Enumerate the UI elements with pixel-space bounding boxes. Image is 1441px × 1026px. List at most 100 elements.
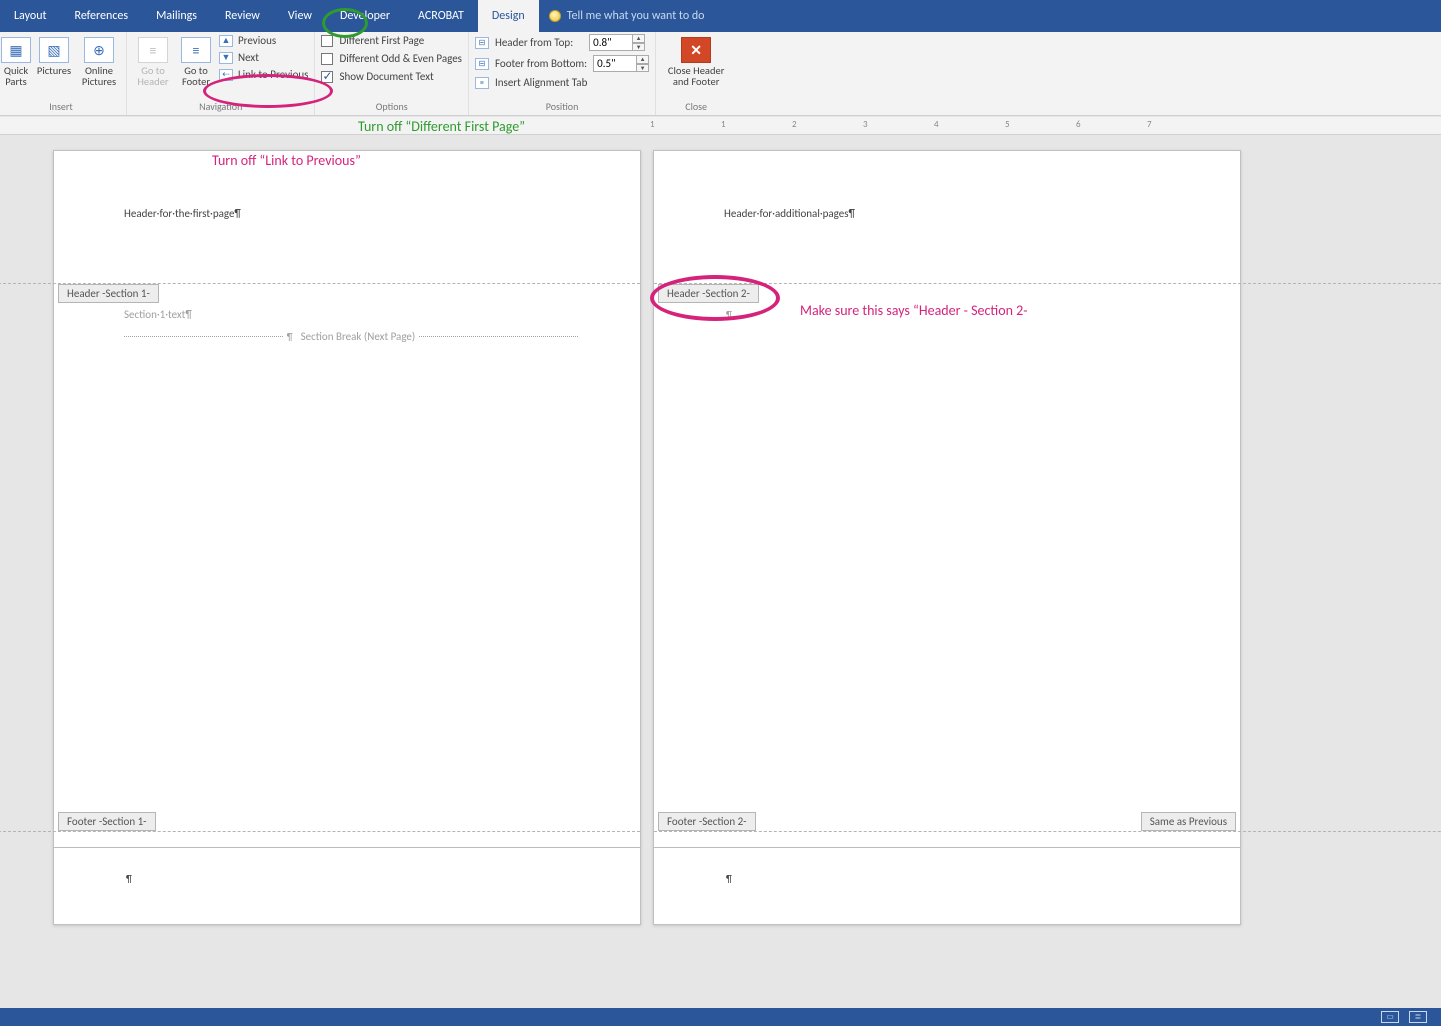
quick-parts-icon (1, 37, 31, 63)
online-pictures-icon (84, 37, 114, 63)
page2-same-as-previous-tag: Same as Previous (1141, 812, 1236, 831)
page2-footer-boundary (654, 831, 1441, 832)
tab-references[interactable]: References (61, 0, 143, 32)
page2-header-boundary (654, 283, 1441, 284)
different-first-page-checkbox[interactable]: Different First Page (321, 34, 462, 47)
tab-design[interactable]: Design (478, 0, 539, 32)
document-area[interactable]: Header·for·the·first·page¶ Header -Secti… (0, 137, 1441, 998)
group-options-label: Options (321, 100, 462, 114)
go-to-footer-button[interactable]: Go to Footer (177, 34, 215, 87)
position-stack: ⊟ Header from Top: ▲▼ ⊟ Footer from Bott… (475, 34, 649, 89)
insert-alignment-tab-button[interactable]: ≡ Insert Alignment Tab (475, 76, 649, 89)
pictures-button[interactable]: Pictures (34, 34, 74, 76)
tab-view[interactable]: View (274, 0, 326, 32)
page-1[interactable]: Header·for·the·first·page¶ Header -Secti… (53, 150, 641, 848)
close-icon (681, 37, 711, 63)
footer-from-bottom-row: ⊟ Footer from Bottom: ▲▼ (475, 55, 649, 72)
header-from-top-input[interactable] (589, 34, 633, 51)
link-to-previous-label: Link to Previous (238, 68, 308, 81)
previous-button[interactable]: ▲ Previous (219, 34, 308, 47)
tell-me-box[interactable]: Tell me what you want to do (539, 0, 715, 32)
quick-parts-label: Quick Parts (2, 65, 30, 87)
footer-from-bottom-icon: ⊟ (475, 58, 489, 70)
page2-header-text[interactable]: Header·for·additional·pages¶ (724, 207, 855, 220)
page1-footer-boundary (0, 831, 640, 832)
spin-down-icon[interactable]: ▼ (637, 64, 649, 73)
ruler-tick: 5 (1005, 119, 1006, 130)
page1-footer-tag: Footer -Section 1- (58, 812, 156, 831)
checkbox-icon (321, 53, 333, 65)
group-position: ⊟ Header from Top: ▲▼ ⊟ Footer from Bott… (469, 32, 656, 115)
go-to-footer-icon (181, 37, 211, 63)
go-to-footer-label: Go to Footer (177, 65, 215, 87)
ruler-tick: 1 (721, 119, 722, 130)
spin-down-icon[interactable]: ▼ (633, 43, 645, 52)
insert-alignment-tab-label: Insert Alignment Tab (495, 76, 587, 89)
ruler-tick: 6 (1076, 119, 1077, 130)
ruler-tick: 4 (934, 119, 935, 130)
ribbon-body: Quick Parts Pictures Online Pictures Ins… (0, 32, 1441, 116)
checkbox-icon (321, 35, 333, 47)
different-first-page-label: Different First Page (339, 34, 424, 47)
tab-layout[interactable]: Layout (0, 0, 61, 32)
previous-label: Previous (238, 34, 276, 47)
go-to-header-label: Go to Header (133, 65, 173, 87)
view-read-mode-icon[interactable]: ▭ (1381, 1011, 1399, 1023)
ribbon-tabs: Layout References Mailings Review View D… (0, 0, 1441, 32)
section-break-label: Section Break (Next Page) (297, 330, 420, 343)
tab-developer[interactable]: Developer (326, 0, 404, 32)
link-to-previous-button[interactable]: ⇠ Link to Previous (219, 68, 308, 81)
previous-icon: ▲ (219, 35, 233, 47)
footer-from-bottom-label: Footer from Bottom: (495, 57, 587, 70)
group-options: Different First Page Different Odd & Eve… (315, 32, 469, 115)
online-pictures-button[interactable]: Online Pictures (78, 34, 120, 87)
page-2[interactable]: Header·for·additional·pages¶ Header -Sec… (653, 150, 1241, 848)
link-to-previous-icon: ⇠ (219, 69, 233, 81)
page2-footer-area[interactable] (653, 848, 1241, 925)
different-odd-even-label: Different Odd & Even Pages (339, 52, 462, 65)
page1-footer-pilcrow (126, 872, 132, 885)
go-to-header-button: Go to Header (133, 34, 173, 87)
page2-body-pilcrow (726, 308, 732, 321)
quick-parts-button[interactable]: Quick Parts (2, 34, 30, 87)
page1-header-tag: Header -Section 1- (58, 284, 159, 303)
ruler-tick: 2 (792, 119, 793, 130)
view-print-layout-icon[interactable]: ≣ (1409, 1011, 1427, 1023)
page1-footer-area[interactable] (53, 848, 641, 925)
go-to-header-icon (138, 37, 168, 63)
show-document-text-checkbox[interactable]: Show Document Text (321, 70, 462, 83)
page1-section-break: Section Break (Next Page) (124, 330, 578, 343)
pilcrow-icon (283, 330, 297, 343)
options-stack: Different First Page Different Odd & Eve… (321, 34, 462, 83)
spin-up-icon[interactable]: ▲ (637, 55, 649, 64)
tab-acrobat[interactable]: ACROBAT (404, 0, 478, 32)
close-header-footer-button[interactable]: Close Header and Footer (662, 34, 730, 87)
ruler-tick: 1 (650, 119, 651, 130)
footer-from-bottom-input[interactable] (593, 55, 637, 72)
header-from-top-row: ⊟ Header from Top: ▲▼ (475, 34, 649, 51)
show-document-text-label: Show Document Text (339, 70, 433, 83)
group-insert-label: Insert (2, 100, 120, 114)
footer-from-bottom-spinner[interactable]: ▲▼ (593, 55, 649, 72)
nav-stack: ▲ Previous ▼ Next ⇠ Link to Previous (219, 34, 308, 81)
status-bar: ▭ ≣ (0, 1008, 1441, 1026)
spin-up-icon[interactable]: ▲ (633, 34, 645, 43)
page1-body-line: Section·1·text¶ (124, 308, 192, 321)
tab-review[interactable]: Review (211, 0, 274, 32)
page1-header-text[interactable]: Header·for·the·first·page¶ (124, 207, 241, 220)
different-odd-even-checkbox[interactable]: Different Odd & Even Pages (321, 52, 462, 65)
lightbulb-icon (549, 10, 561, 22)
next-icon: ▼ (219, 52, 233, 64)
header-from-top-spinner[interactable]: ▲▼ (589, 34, 645, 51)
next-button[interactable]: ▼ Next (219, 51, 308, 64)
pictures-label: Pictures (37, 65, 71, 76)
horizontal-ruler: 1 1 2 3 4 5 6 7 (0, 117, 1441, 135)
ruler-tick: 7 (1147, 119, 1148, 130)
pictures-icon (39, 37, 69, 63)
group-navigation-label: Navigation (133, 100, 308, 114)
page2-footer-tag: Footer -Section 2- (658, 812, 756, 831)
tell-me-placeholder: Tell me what you want to do (567, 9, 705, 23)
page2-footer-pilcrow (726, 872, 732, 885)
group-navigation: Go to Header Go to Footer ▲ Previous ▼ N… (127, 32, 315, 115)
tab-mailings[interactable]: Mailings (142, 0, 211, 32)
